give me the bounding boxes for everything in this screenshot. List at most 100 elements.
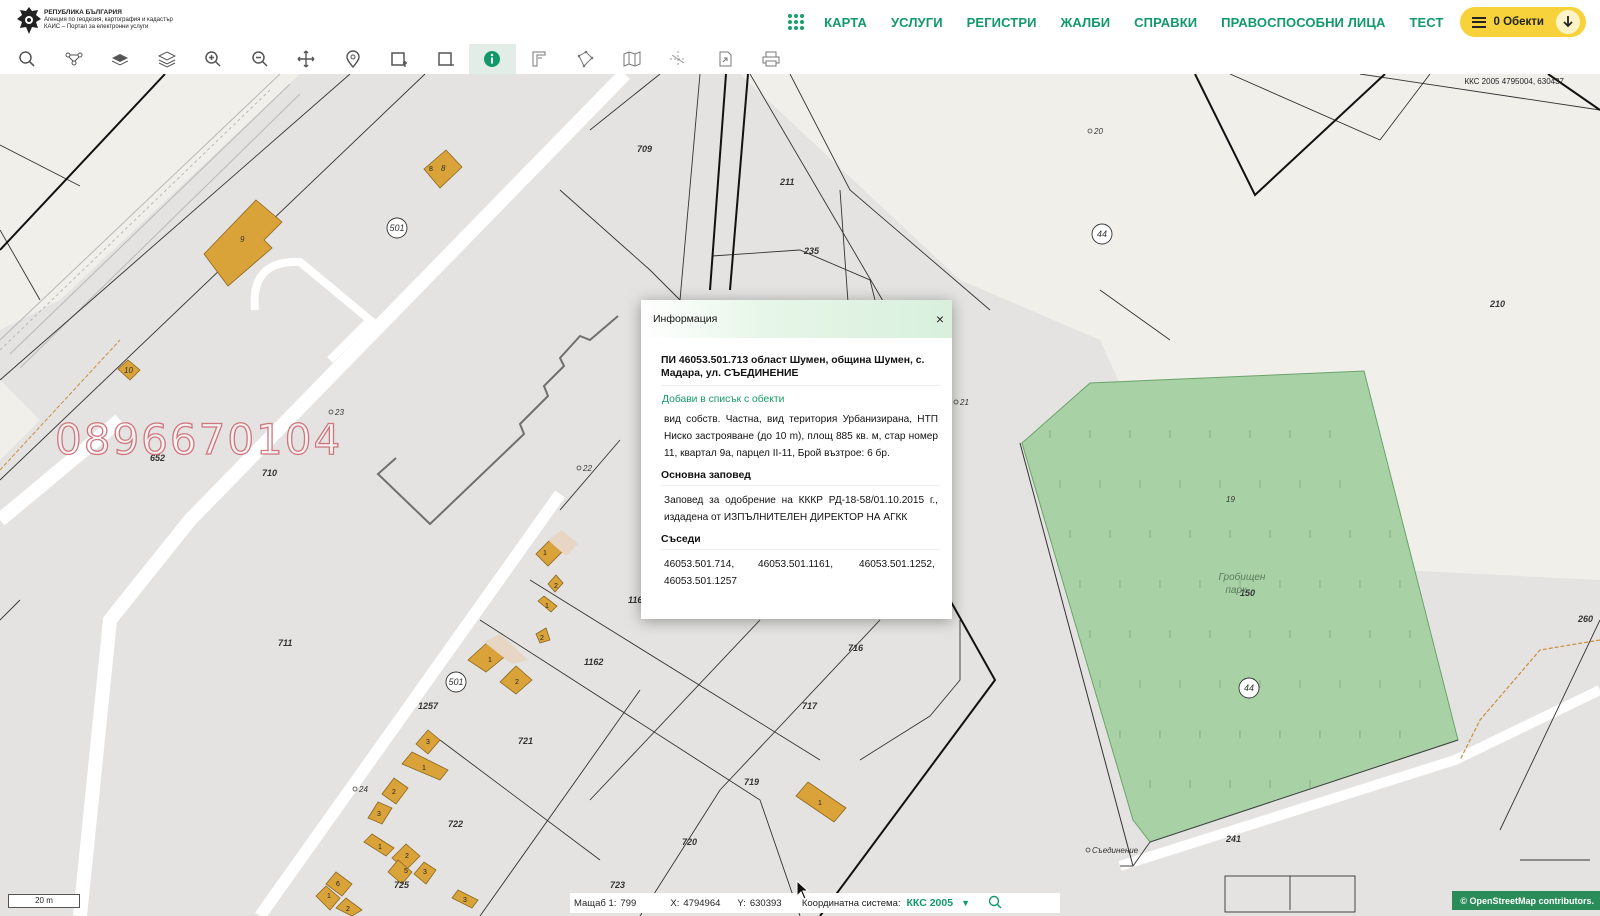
top-bar: РЕПУБЛИКА БЪЛГАРИЯ Агенция по геодезия, … [0,0,1600,45]
map-label-235: 235 [803,246,820,256]
pan-icon[interactable] [283,44,330,74]
map-icon[interactable] [609,44,656,74]
coordinate-system-select[interactable]: ККС 2005 [907,897,954,909]
svg-text:3: 3 [426,739,430,746]
svg-text:3: 3 [463,897,467,904]
export-icon[interactable] [702,44,749,74]
building-number-8: 8 [441,164,446,173]
map-label-211: 211 [779,177,794,187]
nav-uslugi[interactable]: УСЛУГИ [891,15,943,30]
map-label-710: 710 [262,468,277,478]
info-panel-header: Информация × [641,300,952,338]
nav-registri[interactable]: РЕГИСТРИ [967,15,1037,30]
building-number-10: 10 [124,366,133,375]
neighbor-item[interactable]: 46053.501.1161, [758,556,859,573]
parcel-description: вид собств. Частна, вид територия Урбани… [664,414,938,459]
scale-bar: 20 m [8,894,80,908]
logo-line-2: Агенция по геодезия, картография и кадас… [44,17,173,23]
map-label-725: 725 [394,880,410,890]
polygon-icon[interactable] [562,44,609,74]
status-bar: Мащаб 1: 799 X: 4794964 Y: 630393 Коорди… [570,893,1060,913]
map-label-1257: 1257 [418,701,439,711]
cemetery-label-2: парк [1225,585,1248,596]
svg-text:3: 3 [423,869,427,876]
y-label: Y: [737,897,746,909]
nav-test[interactable]: ТЕСТ [1409,15,1443,30]
measure-icon[interactable] [516,44,563,74]
nav-karta[interactable]: КАРТА [824,15,867,30]
nav-spravki[interactable]: СПРАВКИ [1134,15,1197,30]
map-label-210: 210 [1489,299,1505,309]
close-icon[interactable]: × [936,312,944,326]
map-label-716: 716 [848,643,864,653]
map-label-717: 717 [802,701,818,711]
osm-attribution[interactable]: © OpenStreetMap contributors. [1452,891,1600,910]
map-corner-coordinates: ККС 2005 4795004, 630437 [1464,77,1564,86]
nav-pravosposobni[interactable]: ПРАВОСПОСОБНИ ЛИЦА [1221,15,1385,30]
map-label-709: 709 [637,144,652,154]
info-panel-title: Информация [653,313,718,325]
order-text: Заповед за одобрение на КККР РД-18-58/01… [664,495,938,523]
objects-cart-button[interactable]: 0 Обекти [1459,7,1586,37]
map-label-711: 711 [278,638,292,648]
dropdown-arrow-icon[interactable]: ▼ [961,898,970,908]
scale-value[interactable]: 799 [620,898,666,909]
svg-text:1: 1 [545,603,549,610]
map-label-723: 723 [610,880,625,890]
logo-line-1: РЕПУБЛИКА БЪЛГАРИЯ [44,9,122,16]
svg-text:2: 2 [515,679,519,686]
info-icon[interactable] [469,44,516,74]
building-number-9: 9 [240,235,245,244]
map-label-721: 721 [518,736,533,746]
y-value: 630393 [749,897,782,909]
svg-text:5: 5 [404,868,408,875]
neighbor-item[interactable]: 46053.501.714, [664,556,758,573]
x-value: 4794964 [683,897,721,909]
layers-icon[interactable] [144,44,191,74]
logo-text: РЕПУБЛИКА БЪЛГАРИЯ Агенция по геодезия, … [44,9,173,31]
neighbor-item[interactable]: 46053.501.1257 [664,573,758,590]
apps-grid-icon[interactable] [788,14,805,30]
point-label-21: 22 [582,464,592,473]
road-number-25-a: 44 [1097,229,1107,239]
map-label-722: 722 [448,819,463,829]
parcel-title: ПИ 46053.501.713 област Шумен, община Шу… [661,354,940,386]
zoom-in-icon[interactable] [190,44,237,74]
svg-text:1: 1 [327,893,331,900]
coordinate-search-icon[interactable] [988,895,1002,912]
select-rect-icon[interactable] [376,44,423,74]
print-icon[interactable] [748,44,795,74]
scale-label: Мащаб 1: [574,897,617,909]
info-panel: Информация × ПИ 46053.501.713 област Шум… [641,300,952,619]
cemetery-label-1: Гробищен [1219,571,1266,583]
search-icon[interactable] [4,44,51,74]
coat-of-arms-logo[interactable] [14,5,44,37]
main-nav: КАРТА УСЛУГИ РЕГИСТРИ ЖАЛБИ СПРАВКИ ПРАВ… [788,0,1600,44]
x-label: X: [670,897,680,909]
point-label-23: 24 [358,785,368,794]
order-heading: Основна заповед [661,470,940,486]
map-label-241: 241 [1225,834,1241,844]
menu-icon [1471,16,1486,28]
zoom-out-icon[interactable] [237,44,284,74]
neighbors-list: 46053.501.714, 46053.501.1161, 46053.501… [664,556,938,590]
svg-text:1: 1 [488,657,492,664]
add-to-list-link[interactable]: Добави в списък с обекти [662,394,952,405]
svg-text:1: 1 [422,765,426,772]
neighbor-item[interactable]: 46053.501.1252, [859,556,935,573]
split-icon[interactable] [655,44,702,74]
mouse-cursor-icon [796,880,810,900]
deselect-rect-icon[interactable] [423,44,470,74]
point-label-20: 21 [959,398,969,407]
svg-text:1: 1 [818,800,822,807]
pin-icon[interactable] [330,44,377,74]
svg-text:3: 3 [377,811,381,818]
neighbors-heading: Съседи [661,534,940,550]
map-toolbar [0,44,1600,74]
nav-zhalbi[interactable]: ЖАЛБИ [1061,15,1111,30]
layer-single-icon[interactable] [97,44,144,74]
road-number-501-a: 501 [389,223,404,233]
download-icon[interactable] [1556,10,1580,34]
route-icon[interactable] [51,44,98,74]
map-label-1162: 1162 [584,657,603,667]
